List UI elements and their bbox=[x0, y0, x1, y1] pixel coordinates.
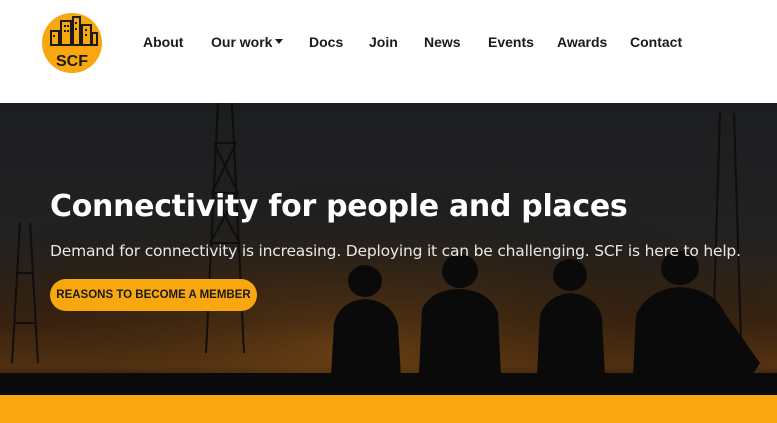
accent-band bbox=[0, 395, 777, 423]
nav-events[interactable]: Events bbox=[488, 34, 534, 50]
nav-about[interactable]: About bbox=[143, 34, 183, 50]
logo-text: SCF bbox=[56, 53, 88, 70]
chevron-down-icon bbox=[275, 39, 284, 44]
hero-subtitle: Demand for connectivity is increasing. D… bbox=[50, 242, 741, 260]
become-member-button[interactable]: REASONS TO BECOME A MEMBER bbox=[50, 279, 257, 311]
scf-logo[interactable]: SCF bbox=[42, 13, 102, 73]
nav-contact[interactable]: Contact bbox=[630, 34, 682, 50]
nav-docs[interactable]: Docs bbox=[309, 34, 343, 50]
scf-logo-icon: SCF bbox=[42, 13, 102, 73]
nav-awards[interactable]: Awards bbox=[557, 34, 607, 50]
site-header: SCF About Our work Docs Join News Events… bbox=[0, 0, 777, 103]
nav-our-work-label: Our work bbox=[211, 34, 273, 50]
nav-our-work[interactable]: Our work bbox=[211, 34, 284, 50]
nav-news[interactable]: News bbox=[424, 34, 461, 50]
nav-join[interactable]: Join bbox=[369, 34, 398, 50]
hero-banner: Connectivity for people and places Deman… bbox=[0, 103, 777, 395]
hero-title: Connectivity for people and places bbox=[50, 189, 628, 224]
